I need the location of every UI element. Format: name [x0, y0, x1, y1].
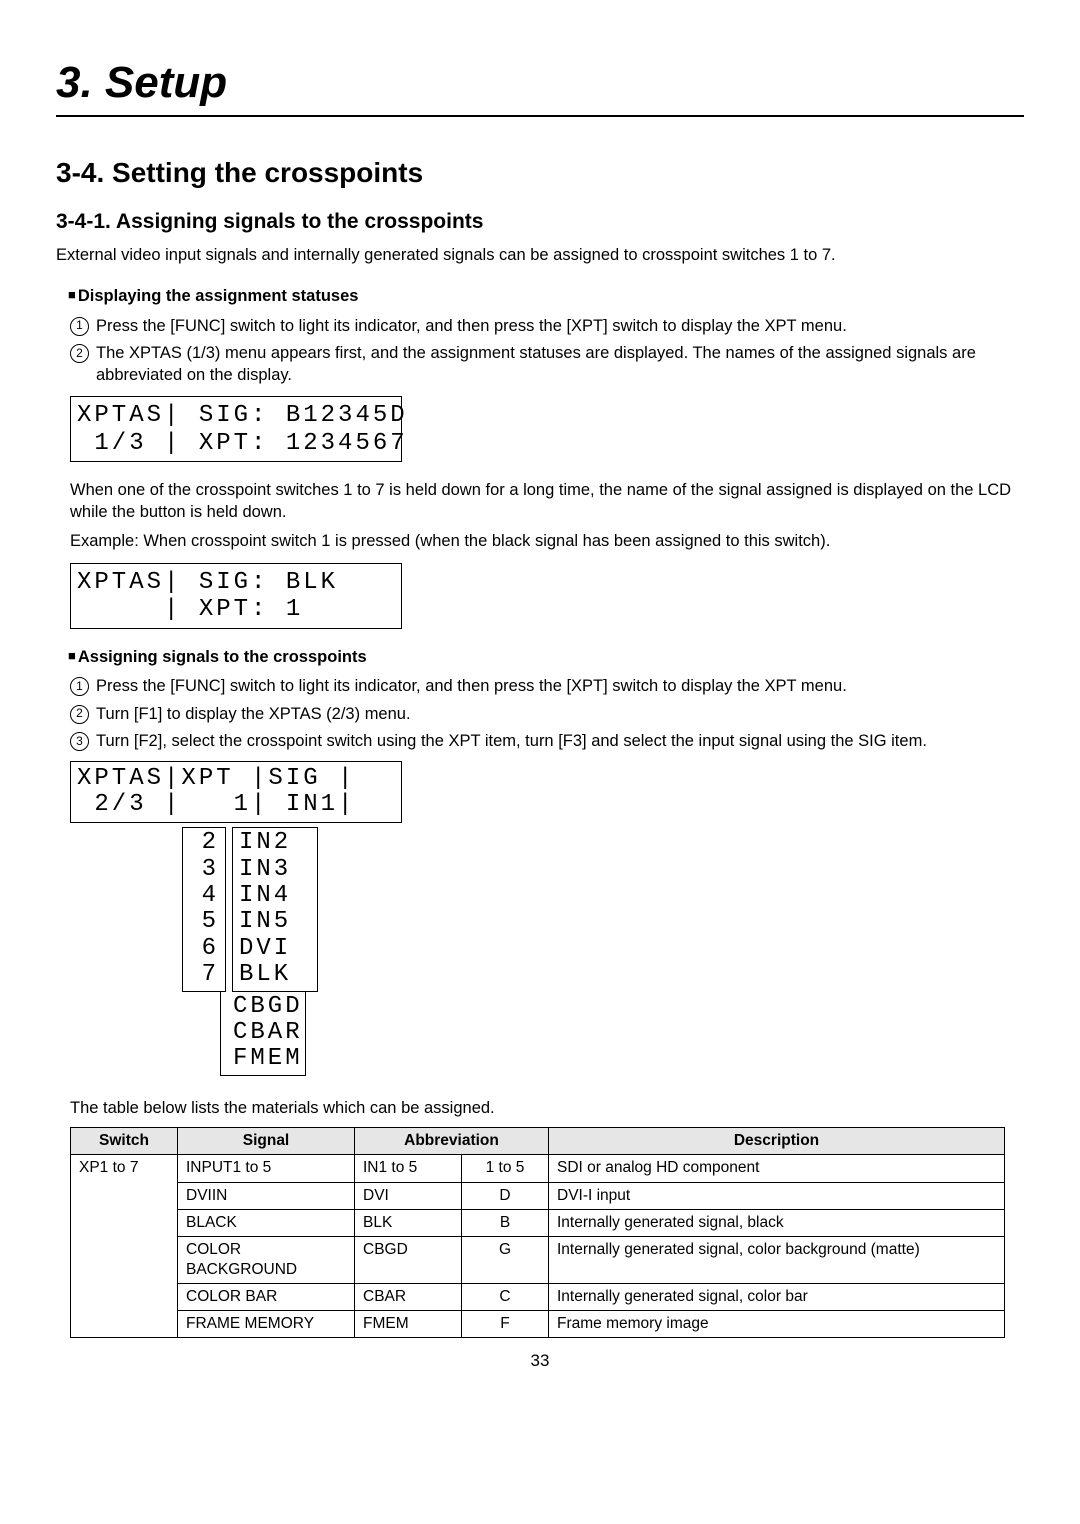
th-signal: Signal — [178, 1128, 355, 1155]
table-row: DVIIN DVI D DVI-I input — [71, 1182, 1005, 1209]
display-after-p1: When one of the crosspoint switches 1 to… — [70, 480, 1024, 523]
step-number-icon: 2 — [70, 344, 89, 363]
subhead-assign: Assigning signals to the crosspoints — [68, 647, 1024, 668]
lcd-display-2: XPTAS| SIG: BLK | XPT: 1 — [70, 563, 402, 629]
th-abbrev: Abbreviation — [355, 1128, 549, 1155]
display-after-p2: Example: When crosspoint switch 1 is pre… — [70, 531, 1024, 552]
assign-step-3: 3 Turn [F2], select the crosspoint switc… — [70, 731, 1024, 752]
chapter-title: 3. Setup — [56, 54, 1024, 117]
display-step-1: 1 Press the [FUNC] switch to light its i… — [70, 316, 1024, 337]
display-step-2: 2 The XPTAS (1/3) menu appears first, an… — [70, 343, 1024, 386]
menu-sig-extra: CBGD CBAR FMEM — [220, 992, 306, 1076]
assign-step-3-text: Turn [F2], select the crosspoint switch … — [96, 731, 1024, 752]
step-number-icon: 3 — [70, 732, 89, 751]
th-desc: Description — [549, 1128, 1005, 1155]
table-row: XP1 to 7 INPUT1 to 5 IN1 to 5 1 to 5 SDI… — [71, 1155, 1005, 1182]
page-number: 33 — [56, 1350, 1024, 1372]
assign-step-2: 2 Turn [F1] to display the XPTAS (2/3) m… — [70, 704, 1024, 725]
subsection-title: 3-4-1. Assigning signals to the crosspoi… — [56, 208, 1024, 235]
display-step-1-text: Press the [FUNC] switch to light its ind… — [96, 316, 1024, 337]
table-row: COLOR BACKGROUND CBGD G Internally gener… — [71, 1236, 1005, 1283]
lcd-menu-display: XPTAS|XPT |SIG | 2/3 | 1| IN1| 2 3 4 5 6… — [70, 761, 1024, 1076]
display-step-2-text: The XPTAS (1/3) menu appears first, and … — [96, 343, 1024, 386]
th-switch: Switch — [71, 1128, 178, 1155]
materials-table: Switch Signal Abbreviation Description X… — [70, 1127, 1005, 1338]
cell-switch: XP1 to 7 — [71, 1155, 178, 1338]
step-number-icon: 1 — [70, 317, 89, 336]
intro-paragraph: External video input signals and interna… — [56, 245, 1024, 266]
assign-step-1: 1 Press the [FUNC] switch to light its i… — [70, 676, 1024, 697]
table-header-row: Switch Signal Abbreviation Description — [71, 1128, 1005, 1155]
table-intro: The table below lists the materials whic… — [70, 1098, 1024, 1119]
menu-xpt-options: 2 3 4 5 6 7 — [182, 827, 226, 991]
assign-step-2-text: Turn [F1] to display the XPTAS (2/3) men… — [96, 704, 1024, 725]
section-title: 3-4. Setting the crosspoints — [56, 155, 1024, 191]
table-row: FRAME MEMORY FMEM F Frame memory image — [71, 1311, 1005, 1338]
lcd-display-1: XPTAS| SIG: B12345D 1/3 | XPT: 1234567 — [70, 396, 402, 462]
table-row: COLOR BAR CBAR C Internally generated si… — [71, 1284, 1005, 1311]
assign-step-1-text: Press the [FUNC] switch to light its ind… — [96, 676, 1024, 697]
table-row: BLACK BLK B Internally generated signal,… — [71, 1209, 1005, 1236]
step-number-icon: 1 — [70, 677, 89, 696]
subhead-display: Displaying the assignment statuses — [68, 286, 1024, 307]
step-number-icon: 2 — [70, 705, 89, 724]
menu-sig-options: IN2 IN3 IN4 IN5 DVI BLK — [232, 827, 318, 991]
